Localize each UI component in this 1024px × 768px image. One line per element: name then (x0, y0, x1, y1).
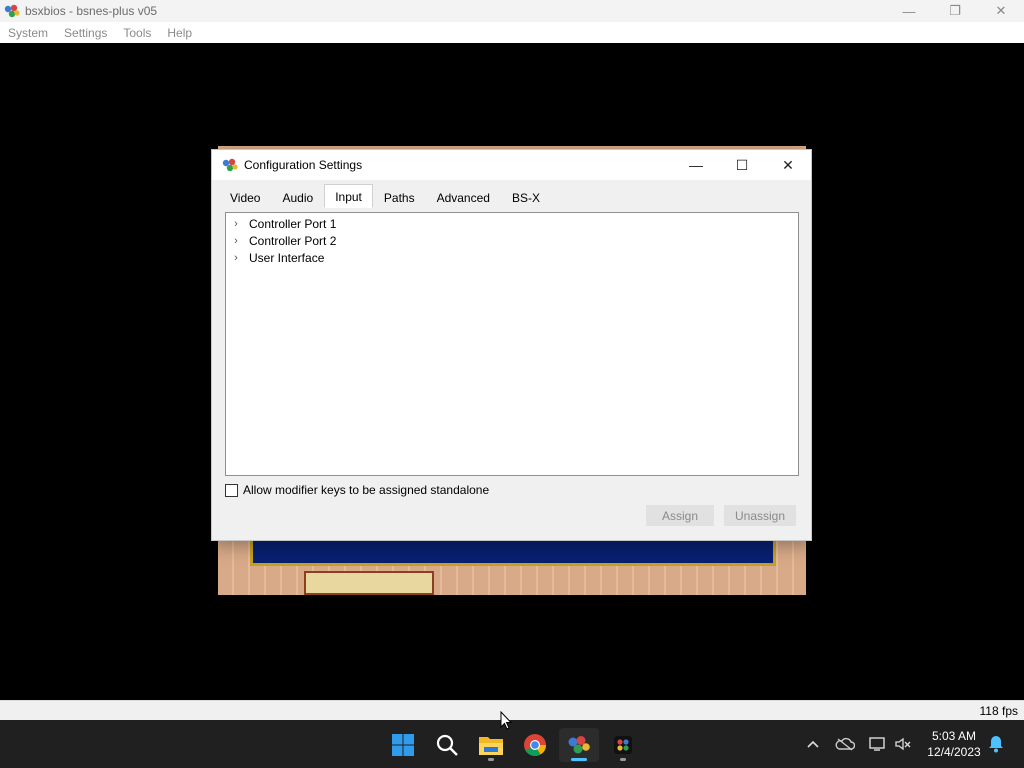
modifier-keys-checkbox[interactable] (225, 483, 238, 497)
minimize-button[interactable]: — (886, 0, 932, 22)
start-icon[interactable] (383, 728, 423, 762)
tab-paths[interactable]: Paths (373, 186, 426, 208)
modifier-keys-option[interactable]: Allow modifier keys to be assigned stand… (225, 483, 489, 497)
clock-time: 5:03 AM (931, 729, 977, 743)
clock-date: 12/4/2023 (927, 745, 981, 759)
tab-bsx[interactable]: BS-X (501, 186, 551, 208)
volume-muted-icon[interactable] (891, 720, 915, 768)
window-title: bsxbios - bsnes-plus v05 (25, 4, 158, 18)
tab-input[interactable]: Input (324, 184, 373, 208)
configuration-dialog: Configuration Settings — ☐ ✕ Video Audio… (211, 149, 812, 541)
chevron-right-icon[interactable]: › (226, 218, 246, 230)
chevron-up-icon[interactable] (801, 720, 825, 768)
tree-item-controller-port-2[interactable]: › Controller Port 2 (226, 232, 798, 249)
bsnes-taskbar-icon[interactable] (559, 728, 599, 762)
tree-item-label: Controller Port 2 (249, 233, 337, 248)
menu-tools[interactable]: Tools (115, 26, 159, 40)
notification-bell-icon[interactable] (984, 720, 1008, 768)
running-indicator (571, 758, 587, 761)
tab-video[interactable]: Video (219, 186, 271, 208)
chevron-right-icon[interactable]: › (226, 252, 246, 264)
tree-item-user-interface[interactable]: › User Interface (226, 249, 798, 266)
tree-item-label: User Interface (249, 250, 325, 265)
bsnes-logo-icon (3, 4, 21, 18)
statusbar: 118 fps (0, 700, 1024, 720)
chevron-right-icon[interactable]: › (226, 235, 246, 247)
running-indicator (488, 758, 494, 761)
dialog-maximize-button[interactable]: ☐ (719, 150, 765, 180)
close-button[interactable]: ✕ (978, 0, 1024, 22)
fps-counter: 118 fps (979, 704, 1018, 718)
snes-app-icon[interactable] (603, 728, 643, 762)
chrome-icon[interactable] (515, 728, 555, 762)
tree-item-controller-port-1[interactable]: › Controller Port 1 (226, 215, 798, 232)
taskbar: 5:03 AM 12/4/2023 (0, 720, 1024, 768)
input-tree[interactable]: › Controller Port 1 › Controller Port 2 … (225, 212, 799, 476)
taskbar-clock[interactable]: 5:03 AM 12/4/2023 (918, 728, 990, 760)
window-titlebar[interactable]: bsxbios - bsnes-plus v05 — ❐ ✕ (0, 0, 1024, 22)
menu-help[interactable]: Help (159, 26, 200, 40)
settings-tabs: Video Audio Input Paths Advanced BS-X (219, 184, 551, 208)
menu-system[interactable]: System (0, 26, 56, 40)
dialog-title: Configuration Settings (244, 158, 363, 172)
onedrive-icon[interactable] (833, 720, 857, 768)
unassign-button[interactable]: Unassign (724, 505, 796, 526)
bsnes-logo-icon (221, 158, 239, 172)
dialog-close-button[interactable]: ✕ (765, 150, 811, 180)
mouse-cursor-icon (500, 710, 513, 731)
dialog-titlebar[interactable]: Configuration Settings — ☐ ✕ (212, 150, 811, 180)
menubar: System Settings Tools Help (0, 22, 1024, 43)
modifier-keys-label: Allow modifier keys to be assigned stand… (243, 483, 490, 497)
search-icon[interactable] (427, 728, 467, 762)
tree-item-label: Controller Port 1 (249, 216, 337, 231)
dialog-minimize-button[interactable]: — (673, 150, 719, 180)
game-stairs-graphic (304, 571, 434, 595)
menu-settings[interactable]: Settings (56, 26, 115, 40)
network-icon[interactable] (865, 720, 889, 768)
tab-audio[interactable]: Audio (271, 186, 324, 208)
file-explorer-icon[interactable] (471, 728, 511, 762)
assign-button[interactable]: Assign (646, 505, 714, 526)
tab-advanced[interactable]: Advanced (426, 186, 501, 208)
restore-button[interactable]: ❐ (932, 0, 978, 22)
running-indicator (620, 758, 626, 761)
